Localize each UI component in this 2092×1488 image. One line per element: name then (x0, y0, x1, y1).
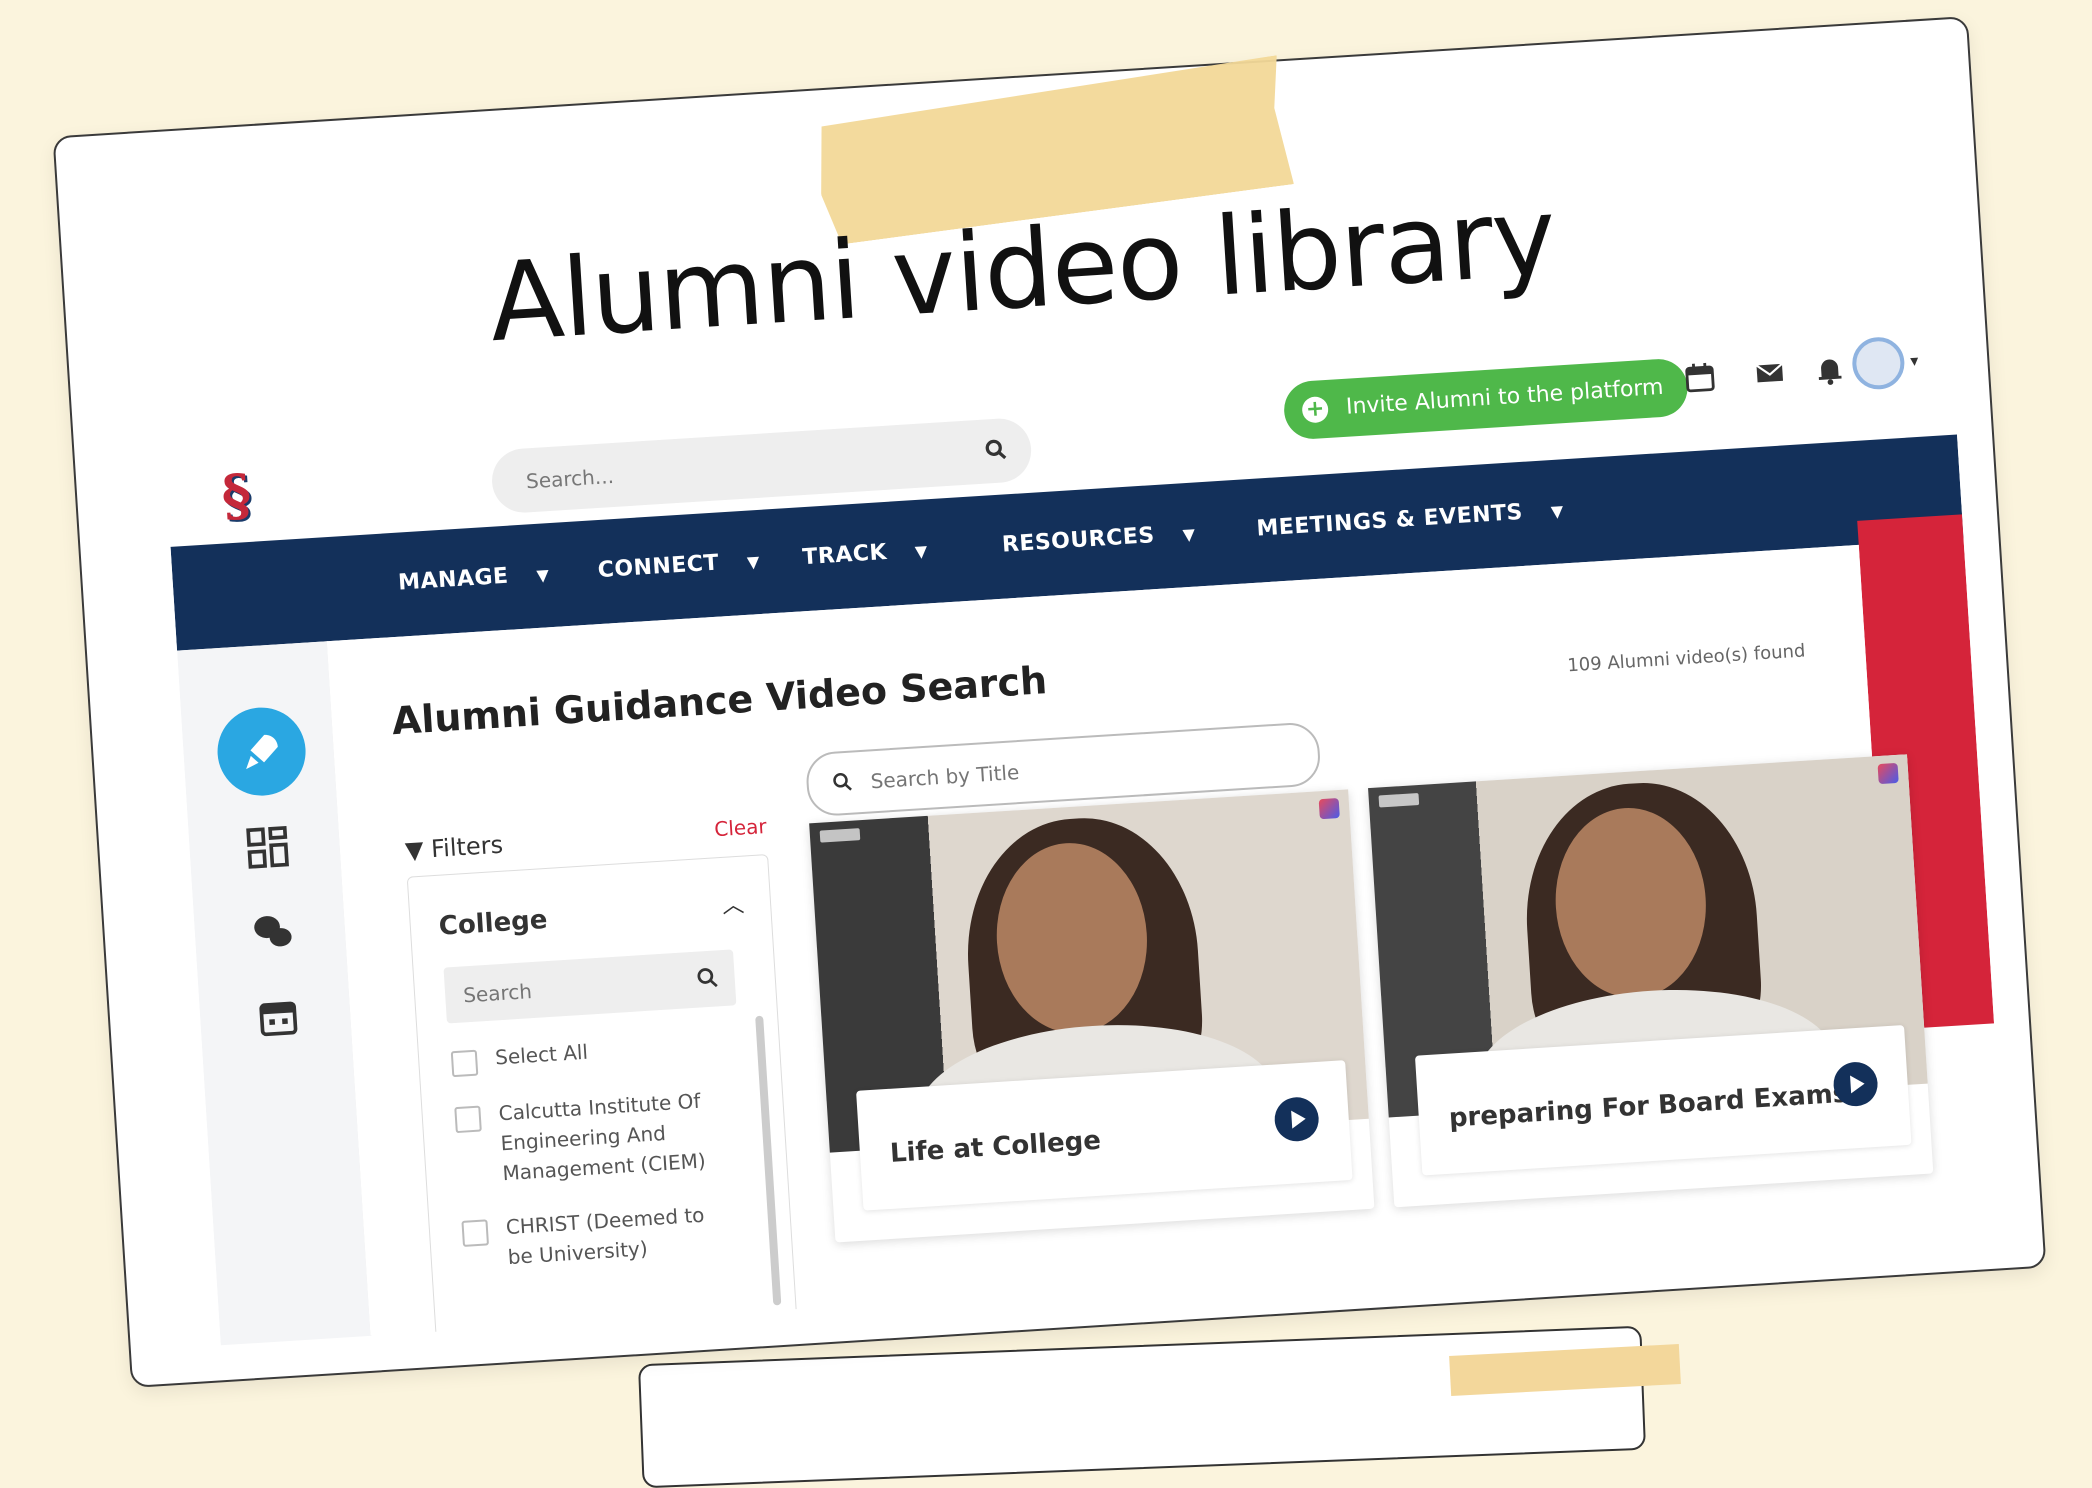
chevron-down-icon: ▼ (535, 565, 550, 585)
rocket-icon (246, 734, 278, 770)
college-search (443, 949, 737, 1024)
app-window: § + Invite Alumni to the platform (162, 314, 2008, 1346)
checkbox[interactable] (450, 1049, 479, 1078)
nav-track[interactable]: TRACK ▼ (802, 537, 929, 570)
mail-icon[interactable] (1752, 355, 1788, 391)
global-search-input[interactable] (523, 436, 969, 499)
chevron-down-icon: ▼ (1550, 501, 1565, 522)
nav-connect[interactable]: CONNECT ▼ (597, 548, 761, 584)
chevron-down-icon: ▼ (746, 551, 761, 572)
nav-meetings-events[interactable]: MEETINGS & EVENTS ▼ (1256, 497, 1565, 542)
bell-icon[interactable] (1812, 351, 1848, 387)
video-title[interactable]: preparing For Board Exams (1448, 1079, 1849, 1134)
college-filter: College ︿ Select All Calcutta Institute … (406, 853, 797, 1338)
play-icon[interactable] (1273, 1095, 1321, 1143)
scrollbar[interactable] (755, 1015, 782, 1306)
search-icon[interactable] (982, 436, 1010, 464)
search-icon[interactable] (694, 964, 722, 992)
filter-option[interactable]: Calcutta Institute Of Engineering And Ma… (454, 1084, 733, 1191)
nav-manage[interactable]: MANAGE ▼ (397, 561, 550, 596)
search-icon (833, 773, 852, 791)
video-card[interactable]: Life at College (809, 789, 1375, 1243)
chat-icon[interactable] (250, 909, 297, 956)
college-search-input[interactable] (460, 964, 686, 1013)
title-search-input[interactable] (867, 738, 1293, 798)
video-tag (819, 828, 861, 843)
plus-icon: + (1301, 395, 1329, 424)
chevron-down-icon[interactable]: ▾ (1910, 351, 1919, 370)
invite-label: Invite Alumni to the platform (1345, 374, 1665, 420)
results-count: 109 Alumni video(s) found (1566, 640, 1806, 677)
chevron-down-icon: ▼ (1182, 524, 1196, 545)
avatar[interactable] (1850, 335, 1906, 391)
main-content: Alumni Guidance Video Search 109 Alumni … (326, 544, 1934, 1338)
video-title[interactable]: Life at College (889, 1126, 1102, 1169)
calendar-icon[interactable] (255, 994, 302, 1041)
checkbox[interactable] (454, 1105, 482, 1134)
app-badge-icon (1318, 798, 1340, 820)
secondary-card (637, 1325, 1647, 1488)
logo-icon[interactable]: § (206, 462, 268, 530)
filter-icon: ▼ (404, 835, 425, 865)
filter-option[interactable]: CHRIST (Deemed to be University) (461, 1198, 738, 1275)
dashboard-icon[interactable] (244, 824, 291, 871)
checkbox[interactable] (461, 1219, 490, 1247)
screenshot-card: Alumni video library § + Invite Alumni t… (52, 15, 2047, 1389)
calendar-icon[interactable] (1682, 359, 1718, 395)
rocket-button[interactable] (214, 704, 309, 799)
video-card[interactable]: preparing For Board Exams (1368, 754, 1934, 1208)
chevron-down-icon: ▼ (914, 541, 929, 562)
nav-resources[interactable]: RESOURCES ▼ (1001, 521, 1196, 558)
chevron-up-icon[interactable]: ︿ (721, 887, 745, 920)
filters-header: ▼ Filters (404, 830, 504, 865)
filter-option[interactable]: Select All (450, 1028, 725, 1078)
invite-alumni-button[interactable]: + Invite Alumni to the platform (1282, 357, 1690, 441)
page-title: Alumni Guidance Video Search (390, 658, 1049, 744)
clear-filters-link[interactable]: Clear (714, 814, 768, 841)
college-label: College (437, 904, 549, 942)
app-badge-icon (1877, 762, 1899, 785)
video-tag (1378, 793, 1420, 808)
